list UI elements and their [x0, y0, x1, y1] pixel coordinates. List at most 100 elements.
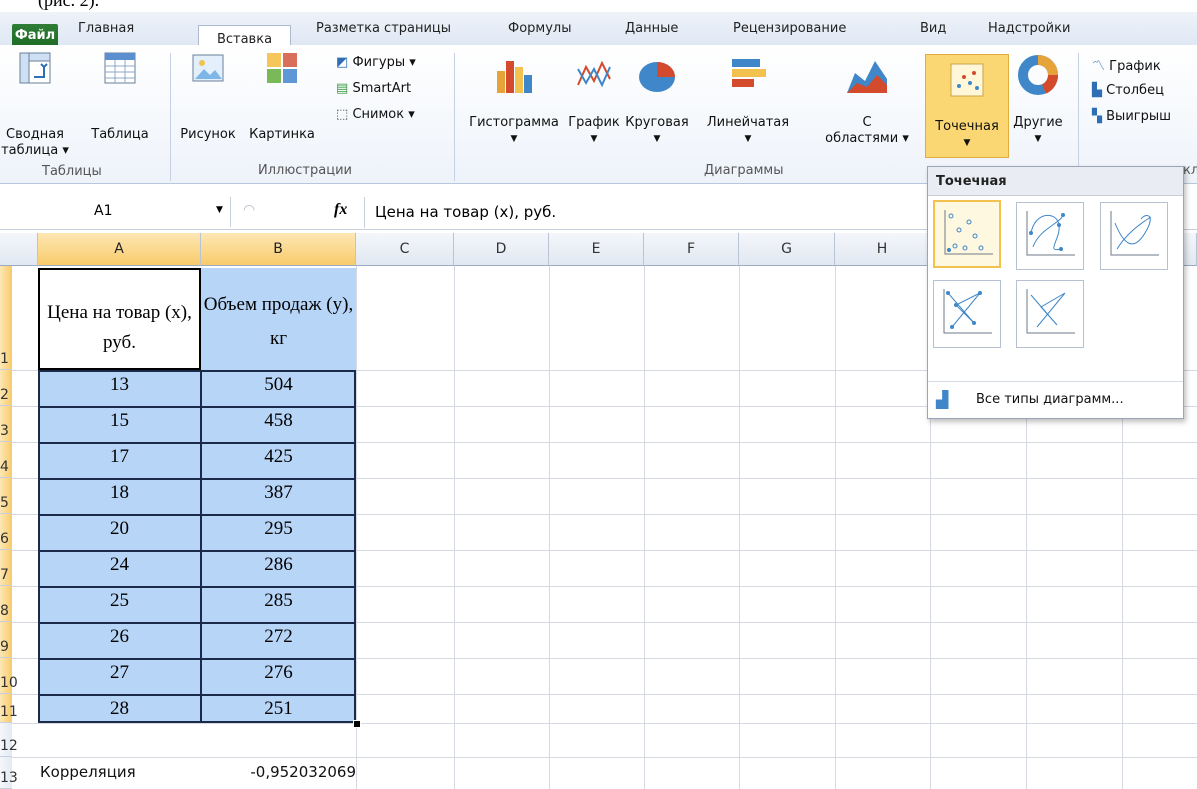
- tab-view[interactable]: Вид: [920, 21, 946, 36]
- row-header-11[interactable]: 11: [0, 694, 18, 723]
- cell-a4[interactable]: 17: [38, 446, 201, 468]
- other-charts-button[interactable]: Другие ▼: [1010, 49, 1066, 147]
- cell-b9[interactable]: 272: [201, 626, 356, 648]
- column-chart-label: Гистограмма: [469, 115, 559, 130]
- tab-addins[interactable]: Надстройки: [988, 21, 1070, 36]
- cell-a3[interactable]: 15: [38, 410, 201, 432]
- cell-b10[interactable]: 276: [201, 662, 356, 684]
- row-header-6[interactable]: 6: [0, 514, 12, 550]
- picture-button[interactable]: Рисунок: [176, 49, 240, 143]
- cell-b3[interactable]: 458: [201, 410, 356, 432]
- tab-data[interactable]: Данные: [625, 21, 678, 36]
- fill-handle[interactable]: [353, 720, 361, 728]
- formula-input[interactable]: Цена на товар (х), руб.: [375, 203, 556, 221]
- row-header-4[interactable]: 4: [0, 442, 12, 478]
- shapes-label: Фигуры ▾: [352, 55, 416, 70]
- row-header-3[interactable]: 3: [0, 406, 12, 442]
- column-chart-button[interactable]: Гистограмма ▼: [460, 49, 568, 147]
- tab-page-layout[interactable]: Разметка страницы: [316, 21, 451, 36]
- chevron-down-icon[interactable]: ▼: [216, 205, 223, 215]
- row-header-12[interactable]: 12: [0, 723, 18, 757]
- cell-b4[interactable]: 425: [201, 446, 356, 468]
- cell-a5[interactable]: 18: [38, 482, 201, 504]
- shapes-icon: ◩: [336, 55, 349, 70]
- scatter-smooth-markers-option[interactable]: [1016, 202, 1084, 270]
- group-label-sparklines: кл: [1183, 163, 1197, 178]
- sparkline-column-button[interactable]: ▙ Столбец: [1092, 83, 1164, 98]
- area-chart-label: С: [862, 115, 872, 130]
- cell-b2[interactable]: 504: [201, 374, 356, 396]
- table-button[interactable]: Таблица: [80, 49, 160, 143]
- sparkline-line-button[interactable]: 〽 График: [1092, 55, 1161, 74]
- row-header-9[interactable]: 9: [0, 622, 12, 658]
- cell-a1[interactable]: Цена на товар (х), руб.: [38, 268, 201, 370]
- column-header-a[interactable]: A: [38, 233, 201, 266]
- row-number: 7: [0, 567, 9, 583]
- row-header-7[interactable]: 7: [0, 550, 12, 586]
- shapes-button[interactable]: ◩ Фигуры ▾: [336, 55, 416, 70]
- column-header-c[interactable]: C: [356, 233, 454, 266]
- ribbon-tabs: Файл Главная Вставка Разметка страницы Ф…: [0, 12, 1197, 58]
- column-header-b[interactable]: B: [201, 233, 356, 266]
- other-charts-label: Другие: [1013, 115, 1063, 130]
- sparkline-winloss-button[interactable]: ▚ Выигрыш: [1092, 109, 1171, 124]
- row-number: 3: [0, 423, 9, 439]
- cell-a7[interactable]: 24: [38, 554, 201, 576]
- cell-a9[interactable]: 26: [38, 626, 201, 648]
- grid-line: [12, 757, 1197, 758]
- scatter-straight-markers-option[interactable]: [933, 280, 1001, 348]
- row-header-5[interactable]: 5: [0, 478, 12, 514]
- scatter-straight-lines-option[interactable]: [1016, 280, 1084, 348]
- cell-b1[interactable]: Объем продаж (у), кг: [201, 268, 356, 370]
- column-header-f[interactable]: F: [644, 233, 739, 266]
- clipart-button[interactable]: Картинка: [244, 49, 320, 143]
- cell-a2[interactable]: 13: [38, 374, 201, 396]
- column-header-e[interactable]: E: [549, 233, 644, 266]
- smartart-button[interactable]: ▤ SmartArt: [336, 81, 411, 96]
- tab-home[interactable]: Главная: [78, 21, 134, 36]
- cell-b8[interactable]: 285: [201, 590, 356, 612]
- grid-line: [356, 266, 357, 789]
- chevron-down-icon: ▼: [744, 134, 752, 144]
- row-header-1[interactable]: 1: [0, 266, 12, 370]
- name-box[interactable]: A1 ▼: [0, 197, 231, 227]
- cell-b7[interactable]: 286: [201, 554, 356, 576]
- all-chart-types-item[interactable]: ▟ Все типы диаграмм...: [928, 381, 1183, 418]
- tab-review[interactable]: Рецензирование: [733, 21, 846, 36]
- pie-chart-button[interactable]: Круговая ▼: [622, 49, 692, 147]
- cell-a10[interactable]: 27: [38, 662, 201, 684]
- row-number: 10: [0, 675, 18, 691]
- tab-formulas[interactable]: Формулы: [508, 21, 571, 36]
- cell-b5[interactable]: 387: [201, 482, 356, 504]
- bar-chart-button[interactable]: Линейчатая ▼: [694, 49, 802, 147]
- pivot-table-button[interactable]: Сводная таблица ▾: [0, 49, 70, 159]
- fx-icon[interactable]: fx: [334, 201, 347, 219]
- row-header-10[interactable]: 10: [0, 658, 18, 694]
- sparkline-line-icon: 〽: [1092, 59, 1106, 74]
- cell-a6[interactable]: 20: [38, 518, 201, 540]
- cancel-icon[interactable]: ◠: [243, 202, 255, 218]
- cell-b11[interactable]: 251: [201, 698, 356, 720]
- scatter-chart-button[interactable]: Точечная ▼: [925, 54, 1009, 158]
- area-chart-button[interactable]: С областями ▾: [816, 49, 918, 147]
- row-number: 2: [0, 387, 9, 403]
- select-all-corner[interactable]: [0, 233, 38, 266]
- row-number: 8: [0, 603, 9, 619]
- cell-b13[interactable]: -0,952032069: [201, 763, 356, 781]
- column-header-g[interactable]: G: [739, 233, 835, 266]
- cell-b6[interactable]: 295: [201, 518, 356, 540]
- row-header-13[interactable]: 13: [0, 757, 18, 789]
- row-header-8[interactable]: 8: [0, 586, 12, 622]
- column-header-d[interactable]: D: [454, 233, 549, 266]
- screenshot-button[interactable]: ⬚ Снимок ▾: [336, 107, 415, 122]
- cell-a11[interactable]: 28: [38, 698, 201, 720]
- scatter-markers-only-option[interactable]: [933, 200, 1001, 268]
- sparkline-column-icon: ▙: [1092, 83, 1102, 98]
- scatter-smooth-lines-option[interactable]: [1100, 202, 1168, 270]
- line-chart-button[interactable]: График ▼: [568, 49, 620, 147]
- cell-a8[interactable]: 25: [38, 590, 201, 612]
- column-chart-icon: [497, 61, 532, 93]
- cell-a13[interactable]: Корреляция: [40, 763, 136, 781]
- column-header-h[interactable]: H: [835, 233, 930, 266]
- row-header-2[interactable]: 2: [0, 370, 12, 406]
